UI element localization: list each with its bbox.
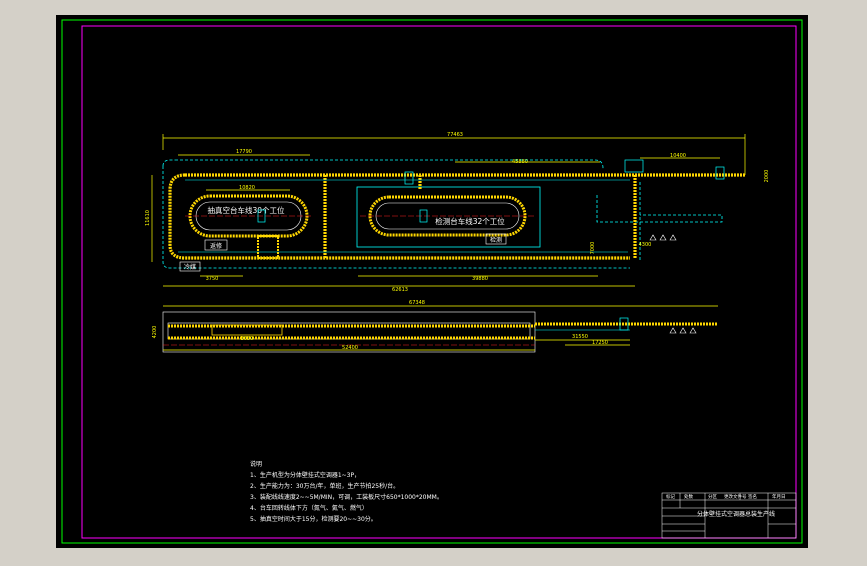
tb-header-6: 年月日: [772, 493, 786, 500]
dim-right-top: 10400: [670, 153, 686, 159]
dim-elev-mid: 3650: [241, 336, 254, 342]
note-line-2: 2、生产能力为：30万台/年，单班，生产节拍25秒/台。: [250, 482, 399, 490]
dim-side-small: 2000: [764, 170, 770, 183]
left-oval-label: 抽真空台车线30个工位: [207, 205, 285, 215]
dim-total-width: 77463: [447, 132, 463, 138]
dim-elev-right-b: 17250: [592, 340, 608, 346]
note-line-3: 3、装配线线速度2~~5M/MIN，可调，工装板尺寸650*1000*20MM。: [250, 493, 443, 501]
dim-elev-right-a: 31550: [572, 334, 588, 340]
right-oval-label: 检测台车线32个工位: [435, 216, 505, 226]
dim-left-vertical: 11610: [145, 210, 151, 226]
tb-header-2: 处数: [684, 493, 693, 500]
drawing-canvas: 77463 17790 45880 10400 11610 10820 抽真空台…: [56, 15, 808, 548]
notes-title: 说明: [250, 460, 262, 468]
paper-sheet: [56, 15, 808, 548]
dim-bottom-total: 62613: [392, 287, 408, 293]
note-line-5: 5、抽真空时间大于15分，检测要20~~30分。: [250, 515, 377, 523]
dim-elev-inner: 52400: [342, 345, 358, 351]
tb-header-4: 更改文件号: [724, 493, 747, 500]
dim-corner: 4300: [639, 242, 652, 248]
tb-header-1: 标记: [666, 493, 675, 500]
note-line-4: 4、台车回转线体下方（氮气、氦气、燃气）: [250, 504, 368, 512]
dim-bottom-short: 3750: [206, 276, 219, 282]
dim-elev-left-height: 4200: [152, 326, 158, 339]
box-left-label: 检测: [490, 236, 502, 244]
dim-right-vertical: 7000: [590, 242, 596, 255]
note-line-1: 1、生产机型为分体壁挂式空调器1~3P，: [250, 471, 360, 479]
cad-viewport: 77463 17790 45880 10400 11610 10820 抽真空台…: [0, 0, 867, 562]
tb-header-5: 签名: [748, 493, 757, 500]
dim-left-loop: 17790: [236, 149, 252, 155]
drawing-title: 分体壁挂式空调器总装生产线: [697, 510, 775, 518]
dim-left-oval: 10820: [239, 185, 255, 191]
box-mid-label: 返修: [210, 242, 222, 250]
tb-header-3: 分区: [708, 493, 717, 500]
box-bottom-label: 冷媒: [184, 263, 196, 271]
dim-bottom-mid: 39880: [472, 276, 488, 282]
dim-elev-total: 67348: [409, 300, 425, 306]
